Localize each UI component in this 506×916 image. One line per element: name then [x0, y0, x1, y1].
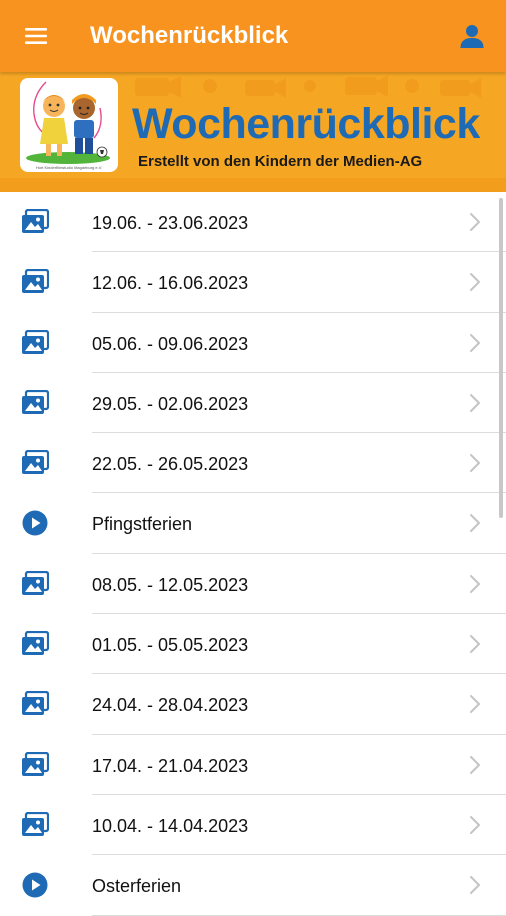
list-item-label: 12.06. - 16.06.2023 — [92, 273, 249, 294]
gallery-icon — [21, 450, 49, 476]
gallery-icon — [21, 570, 49, 597]
chevron-right-icon — [468, 393, 482, 413]
chevron-right-icon — [468, 694, 482, 714]
gallery-icon — [21, 209, 49, 235]
list-item[interactable]: 17.04. - 21.04.2023 — [0, 735, 506, 795]
scrollbar[interactable] — [499, 198, 503, 518]
account-button[interactable] — [452, 16, 492, 56]
list-item-label: 17.04. - 21.04.2023 — [92, 755, 249, 776]
list-item-label: 19.06. - 23.06.2023 — [92, 213, 249, 233]
gallery-icon — [21, 751, 49, 778]
chevron-right-icon — [468, 333, 482, 353]
list-item[interactable]: 12.06. - 16.06.2023 — [0, 252, 506, 313]
banner-title: Wochenrückblick — [132, 100, 480, 148]
list-item[interactable]: 01.05. - 05.05.2023 — [0, 614, 506, 675]
gallery-icon — [21, 389, 49, 416]
list-item[interactable]: 19.06. - 23.06.2023 — [0, 192, 506, 253]
chevron-right-icon — [468, 634, 482, 654]
list-item-label: 29.05. - 02.06.2023 — [92, 393, 249, 414]
gallery-icon — [21, 269, 49, 295]
list-item[interactable]: Pfingstferien — [0, 493, 506, 554]
chevron-right-icon — [468, 513, 482, 533]
gallery-icon — [21, 631, 49, 657]
list-item-label: 05.06. - 09.06.2023 — [92, 333, 249, 354]
list-item[interactable]: 10.04. - 14.04.2023 — [0, 795, 506, 856]
header-banner: Hort Kinderfilmstudio Magdeburg e.V. Woc… — [0, 72, 506, 192]
list-item[interactable]: 29.05. - 02.06.2023 — [0, 373, 506, 434]
app-bar: Wochenrückblick — [0, 0, 506, 72]
list-item[interactable]: 08.05. - 12.05.2023 — [0, 554, 506, 615]
club-logo: Hort Kinderfilmstudio Magdeburg e.V. — [20, 78, 118, 172]
play-icon — [21, 510, 49, 536]
list-item[interactable]: 24.04. - 28.04.2023 — [0, 674, 506, 735]
account-icon — [460, 25, 484, 48]
banner-subtitle: Erstellt von den Kindern der Medien-AG — [138, 153, 423, 170]
chevron-right-icon — [468, 875, 482, 895]
chevron-right-icon — [468, 272, 482, 292]
list-item[interactable]: Osterferien — [0, 855, 506, 916]
gallery-icon — [21, 329, 49, 356]
menu-icon — [25, 28, 47, 44]
logo-caption: Hort Kinderfilmstudio Magdeburg e.V. — [35, 165, 103, 170]
list-item-label: Pfingstferien — [92, 514, 193, 535]
play-icon — [21, 872, 49, 898]
list-item-label: Osterferien — [92, 876, 182, 897]
chevron-right-icon — [468, 212, 482, 232]
children-illustration — [26, 81, 110, 164]
chevron-right-icon — [468, 574, 482, 594]
divider — [92, 914, 506, 916]
list-item-label: 10.04. - 14.04.2023 — [92, 815, 249, 836]
list-item-label: 22.05. - 26.05.2023 — [92, 454, 249, 475]
chevron-right-icon — [468, 815, 482, 835]
gallery-icon — [21, 811, 49, 838]
list-item[interactable]: 05.06. - 09.06.2023 — [0, 313, 506, 373]
chevron-right-icon — [468, 755, 482, 775]
list-item-label: 24.04. - 28.04.2023 — [92, 695, 249, 716]
gallery-icon — [21, 691, 49, 717]
list-item[interactable]: 22.05. - 26.05.2023 — [0, 433, 506, 494]
week-list: 19.06. - 23.06.2023 12.06. - 16.06.2023 … — [0, 192, 506, 916]
page-title: Wochenrückblick — [90, 22, 289, 49]
chevron-right-icon — [468, 453, 482, 473]
list-item-label: 08.05. - 12.05.2023 — [92, 574, 249, 595]
list-item-label: 01.05. - 05.05.2023 — [92, 635, 249, 656]
menu-button[interactable] — [14, 18, 58, 54]
